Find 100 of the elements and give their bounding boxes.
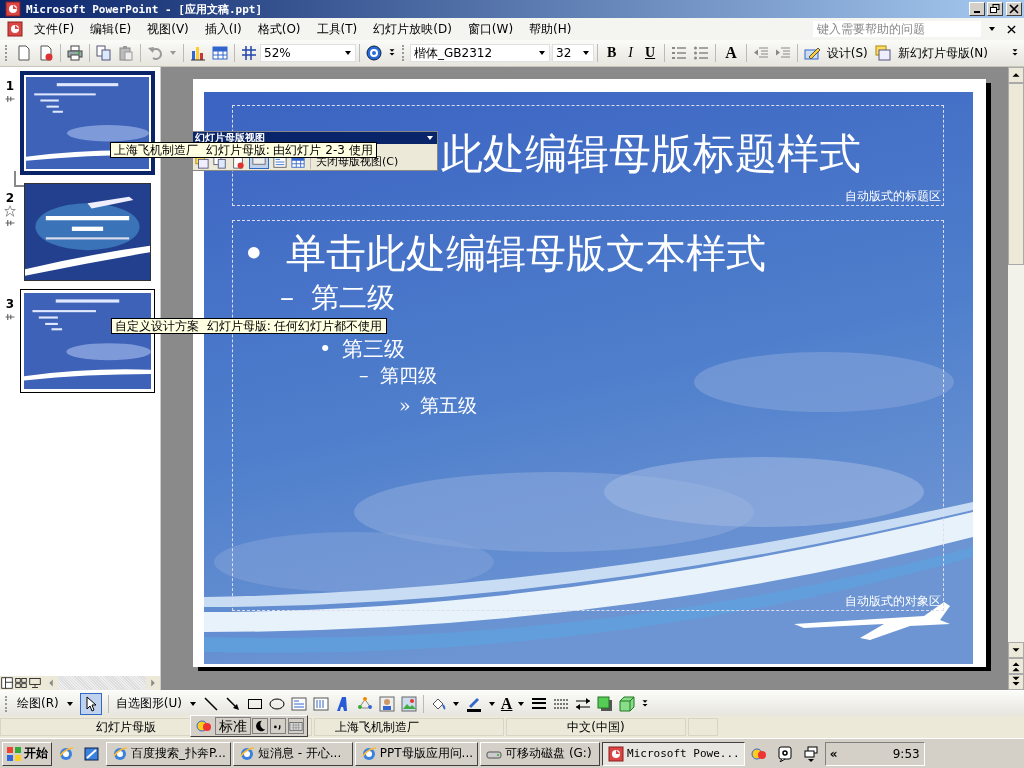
caret-icon[interactable]	[66, 701, 73, 706]
area-label: 自动版式的对象区	[845, 593, 941, 610]
tray-expand-button[interactable]: «	[829, 746, 838, 761]
caret-icon[interactable]	[488, 701, 495, 706]
window-title: Microsoft PowerPoint - [应用文稿.ppt]	[26, 1, 263, 17]
paste-icon[interactable]	[118, 45, 134, 61]
help-icon[interactable]	[776, 745, 793, 762]
start-button[interactable]: 开始	[2, 741, 52, 766]
powerpoint-icon	[5, 1, 21, 17]
menu-item[interactable]: 编辑(E)	[82, 20, 140, 38]
scroll-thumb[interactable]	[1008, 83, 1024, 265]
menu-item[interactable]: 插入(I)	[196, 20, 250, 38]
cube-icon[interactable]	[619, 695, 636, 712]
vertical-text-box-icon[interactable]	[312, 695, 329, 712]
arrow-icon[interactable]	[224, 695, 241, 712]
close-button[interactable]	[1006, 2, 1022, 16]
caret-icon[interactable]	[189, 701, 196, 706]
permission-icon[interactable]	[38, 45, 54, 61]
previous-slide-icon[interactable]	[1008, 658, 1024, 674]
slide-sorter-icon[interactable]	[15, 677, 27, 689]
caret-icon[interactable]	[518, 701, 525, 706]
design-button[interactable]: 设计(S)	[822, 44, 872, 62]
menu-item[interactable]: 帮助(H)	[521, 20, 580, 38]
format-button[interactable]: I	[622, 45, 639, 61]
font-dropdown[interactable]: 楷体_GB2312	[410, 44, 550, 62]
undo-icon[interactable]	[147, 45, 163, 61]
oval-icon[interactable]	[268, 695, 285, 712]
outline-text: 第五级	[419, 393, 477, 418]
minimize-button[interactable]	[969, 2, 985, 16]
table-icon[interactable]	[212, 45, 228, 61]
taskbar-button[interactable]: PPT母版应用问...	[354, 741, 479, 766]
scroll-right-icon[interactable]	[146, 676, 160, 690]
bullet-mark: –	[280, 280, 295, 316]
menu-item[interactable]: 视图(V)	[139, 20, 197, 38]
taskbar-button[interactable]: 可移动磁盘 (G:)	[480, 741, 601, 766]
normal-view-icon[interactable]	[1, 677, 13, 689]
new-master-button[interactable]: 新幻灯片母版(N)	[893, 44, 993, 62]
menu-item[interactable]: 格式(O)	[249, 20, 309, 38]
document-icon[interactable]	[7, 21, 23, 37]
browser-icon	[112, 745, 128, 762]
increase-indent-icon[interactable]	[774, 45, 791, 61]
font-color-button[interactable]: A	[498, 694, 515, 713]
bullet-list-icon[interactable]	[693, 45, 710, 61]
font-size-dropdown[interactable]: 32	[552, 44, 594, 62]
taskbar-button[interactable]: Microsoft Powe...	[602, 741, 745, 766]
star-icon	[4, 205, 16, 217]
desktop-icon[interactable]	[84, 745, 100, 762]
shadow-icon[interactable]	[597, 695, 614, 712]
next-slide-icon[interactable]	[1008, 674, 1024, 690]
vertical-scrollbar[interactable]	[1008, 67, 1024, 690]
taskbar-button[interactable]: 短消息 - 开心...	[232, 741, 353, 766]
decrease-indent-icon[interactable]	[752, 45, 769, 61]
menu-item[interactable]: 文件(F)	[26, 20, 83, 38]
taskbar-button[interactable]: 百度搜索_扑奔P...	[106, 741, 231, 766]
grid-icon[interactable]	[241, 45, 257, 61]
input-mode-button[interactable]: 标准	[215, 717, 251, 735]
slide-show-icon[interactable]	[29, 677, 41, 689]
menu-item[interactable]: 工具(T)	[308, 20, 366, 38]
numbered-list-icon[interactable]	[671, 45, 688, 61]
diagram-icon[interactable]	[356, 695, 373, 712]
browser-icon	[360, 745, 377, 762]
draw-menu-button[interactable]: 绘图(R)	[13, 695, 63, 712]
help-icon[interactable]	[366, 45, 382, 61]
copy-icon[interactable]	[96, 45, 112, 61]
slide-thumbnail[interactable]	[24, 183, 151, 281]
clip-art-icon[interactable]	[378, 695, 395, 712]
caret-icon[interactable]	[452, 701, 459, 706]
minimize-icon	[974, 11, 980, 13]
format-button[interactable]: B	[601, 45, 623, 61]
help-search-field[interactable]: 键入需要帮助的问题	[813, 21, 981, 37]
line-icon[interactable]	[202, 695, 219, 712]
moon-icon[interactable]	[252, 718, 268, 734]
line-color-icon[interactable]	[465, 695, 482, 712]
format-button[interactable]: U	[639, 45, 662, 61]
grow-font-button[interactable]: A	[719, 44, 743, 62]
punctuation-icon[interactable]	[270, 718, 286, 734]
print-icon[interactable]	[67, 45, 83, 61]
input-method-icon[interactable]	[196, 718, 212, 734]
browser-icon[interactable]	[58, 745, 74, 762]
menu-item[interactable]: 幻灯片放映(D)	[365, 20, 460, 38]
arrow-style-icon[interactable]	[575, 695, 592, 712]
windows-icon[interactable]	[802, 745, 819, 762]
line-style-icon[interactable]	[531, 695, 548, 712]
new-master-icon[interactable]	[874, 45, 891, 61]
restore-button[interactable]	[987, 2, 1003, 16]
autoshapes-menu-button[interactable]: 自选图形(U)	[111, 695, 186, 712]
text-box-icon[interactable]	[290, 695, 307, 712]
chart-icon[interactable]	[190, 45, 206, 61]
caret-icon[interactable]	[989, 27, 995, 31]
select-cursor-icon[interactable]	[79, 692, 102, 715]
input-method-icon[interactable]	[750, 745, 767, 762]
close-icon[interactable]	[1007, 24, 1016, 34]
zoom-dropdown[interactable]: 52%	[260, 44, 356, 62]
design-icon[interactable]	[803, 45, 820, 61]
new-document-icon[interactable]	[16, 45, 32, 61]
horizontal-scrollbar[interactable]	[44, 676, 160, 690]
insert-picture-icon[interactable]	[400, 695, 417, 712]
scroll-down-icon[interactable]	[1008, 642, 1024, 658]
menu-item[interactable]: 窗口(W)	[459, 20, 522, 38]
scroll-up-icon[interactable]	[1008, 67, 1024, 83]
